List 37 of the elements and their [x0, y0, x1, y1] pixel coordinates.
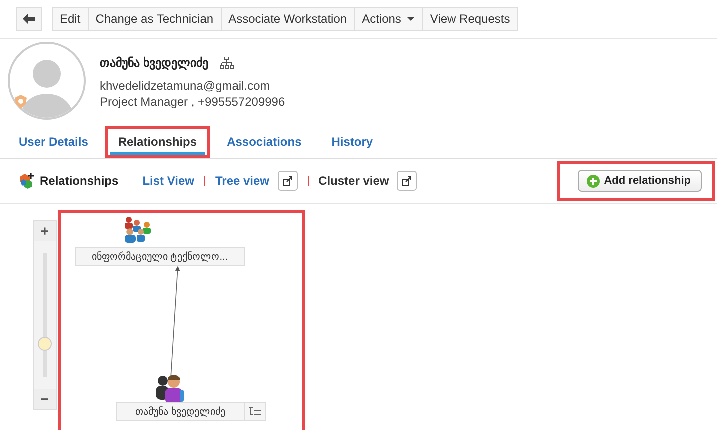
popout-button[interactable] [278, 171, 298, 191]
zoom-thumb[interactable] [38, 336, 52, 351]
external-link-icon [282, 176, 293, 186]
view-link[interactable]: List View [142, 174, 194, 188]
tab[interactable]: History [324, 131, 382, 155]
tab[interactable]: User Details [11, 131, 96, 155]
list-icon [249, 407, 261, 416]
node-label[interactable]: თამუნა ხვედელიძე [116, 402, 245, 421]
toolbar-button[interactable]: Associate Workstation [220, 7, 356, 31]
back-button[interactable] [16, 7, 42, 31]
zoom-out-button[interactable]: − [34, 389, 56, 409]
view-link[interactable]: Cluster view [318, 174, 390, 188]
user-name: თამუნა ხვედელიძე [100, 56, 208, 70]
hierarchy-icon[interactable] [220, 57, 234, 69]
caret-icon [407, 17, 416, 21]
shield-icon [15, 95, 27, 109]
plus-circle-icon [587, 174, 600, 188]
toolbar-button[interactable]: View Requests [422, 7, 518, 31]
relationships-icon [18, 172, 36, 190]
node-label[interactable]: ინფორმაციული ტექნოლო... [75, 247, 245, 266]
user-email: khvedelidzetamuna@gmail.com [100, 78, 272, 94]
add-relationship-button[interactable]: Add relationship [578, 170, 702, 192]
list-menu-button[interactable] [244, 402, 266, 421]
view-link[interactable]: Tree view [215, 174, 270, 188]
left-arrow-icon [23, 14, 35, 24]
toolbar-button[interactable]: Actions [354, 7, 424, 31]
toolbar-button[interactable]: Edit [52, 7, 89, 31]
tab[interactable]: Associations [219, 131, 310, 155]
tab[interactable]: Relationships [110, 131, 206, 155]
popout-button[interactable] [397, 171, 418, 191]
relationships-title: Relationships [40, 174, 119, 188]
user-details: Project Manager , +995557209996 [100, 94, 286, 110]
external-link-icon [402, 176, 412, 186]
people-group-icon [123, 215, 153, 243]
zoom-in-button[interactable]: + [34, 221, 56, 241]
toolbar-button[interactable]: Change as Technician [88, 7, 222, 31]
users-icon [154, 372, 186, 404]
